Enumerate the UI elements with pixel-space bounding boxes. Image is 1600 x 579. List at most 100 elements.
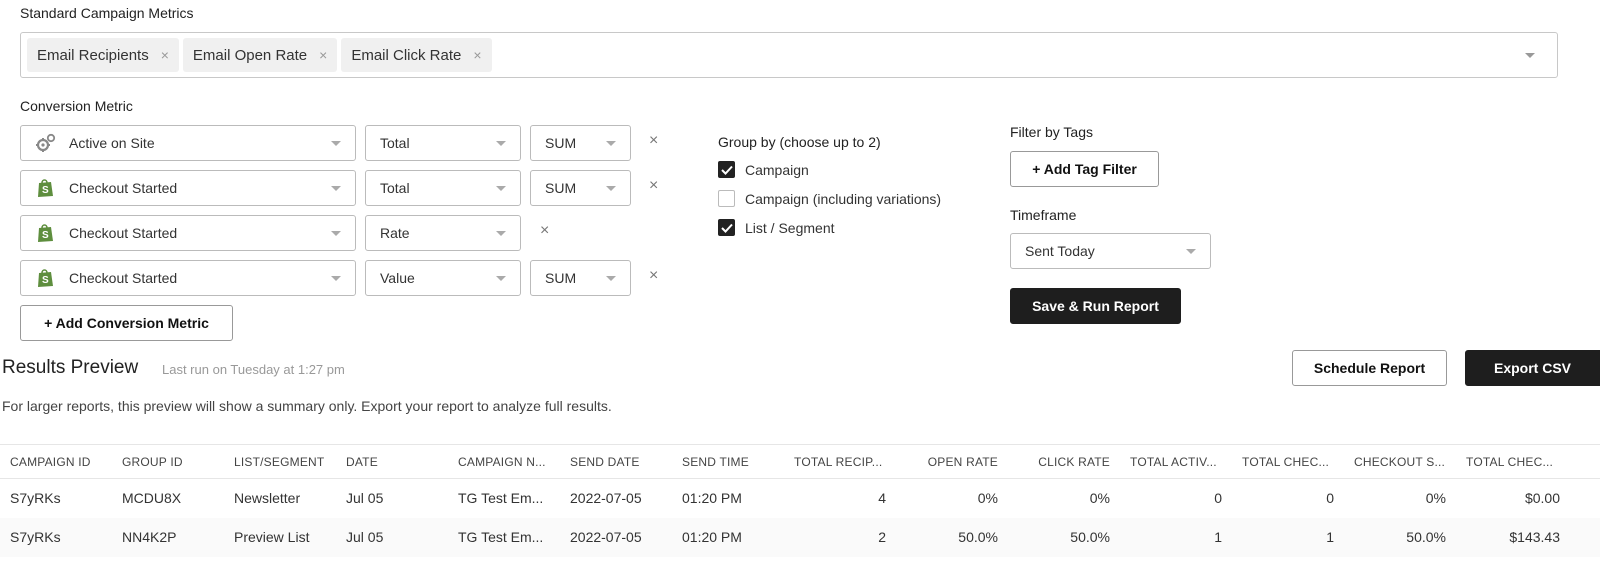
option-label: List / Segment bbox=[745, 219, 835, 236]
add-tag-filter-button[interactable]: + Add Tag Filter bbox=[1010, 151, 1159, 187]
type-value: Rate bbox=[380, 225, 410, 241]
aggregation-type-select[interactable]: Total bbox=[365, 170, 521, 206]
option-label: Campaign (including variations) bbox=[745, 190, 942, 207]
cell: 2022-07-05 bbox=[560, 517, 672, 557]
cell: MCDU8X bbox=[122, 490, 182, 507]
shopify-icon: S bbox=[35, 177, 57, 199]
conversion-metric-label: Conversion Metric bbox=[20, 98, 133, 114]
column-header[interactable]: OPEN RATE bbox=[896, 444, 1008, 479]
metric-name: Checkout Started bbox=[69, 180, 178, 196]
cell: 50.0% bbox=[1344, 517, 1456, 557]
cell: NN4K2P bbox=[112, 517, 224, 557]
cell: 01:20 PM bbox=[672, 517, 784, 557]
column-header[interactable]: CAMPAIGN N... bbox=[448, 444, 560, 479]
column-header[interactable]: TOTAL RECIP... bbox=[784, 444, 896, 479]
type-value: Total bbox=[380, 135, 410, 151]
cell: S7yRKs bbox=[10, 490, 61, 507]
column-header[interactable]: CLICK RATE bbox=[1008, 444, 1120, 479]
column-header[interactable]: TOTAL ACTIV... bbox=[1120, 444, 1232, 479]
group-by-campaign-variations[interactable]: Campaign (including variations) bbox=[718, 190, 941, 207]
timeframe-select[interactable]: Sent Today bbox=[1010, 233, 1211, 269]
aggregation-type-select[interactable]: Rate bbox=[365, 215, 521, 251]
agg-value: SUM bbox=[545, 270, 577, 286]
column-header[interactable]: SEND TIME bbox=[672, 444, 784, 479]
cell: TG Test Em... bbox=[458, 490, 544, 507]
cell: 50.0% bbox=[896, 517, 1008, 557]
timeframe-value: Sent Today bbox=[1025, 243, 1095, 259]
column-header[interactable]: CHECKOUT S... bbox=[1344, 444, 1456, 479]
chip-label: Email Open Rate bbox=[192, 46, 308, 64]
results-preview-title: Results Preview bbox=[2, 357, 139, 378]
cell: Jul 05 bbox=[336, 517, 448, 557]
cell: $143.43 bbox=[1456, 517, 1600, 557]
conversion-metric-select[interactable]: Active on Site bbox=[20, 125, 356, 161]
chevron-down-icon bbox=[496, 231, 506, 236]
column-header[interactable]: TOTAL CHEC... bbox=[1232, 444, 1344, 479]
cell: 0 bbox=[1214, 490, 1222, 507]
group-by-campaign[interactable]: Campaign bbox=[718, 161, 809, 178]
svg-text:S: S bbox=[42, 230, 49, 241]
results-note: For larger reports, this preview will sh… bbox=[2, 398, 612, 414]
type-value: Total bbox=[380, 180, 410, 196]
metric-name: Checkout Started bbox=[69, 270, 178, 286]
group-by-label: Group by (choose up to 2) bbox=[718, 134, 881, 150]
close-icon[interactable]: × bbox=[319, 47, 327, 63]
table-row: S7yRKs MCDU8X Newsletter Jul 05 TG Test … bbox=[0, 479, 1600, 518]
aggregation-function-select[interactable]: SUM bbox=[530, 125, 631, 161]
metric-chip[interactable]: Email Recipients × bbox=[27, 38, 179, 72]
cell: Jul 05 bbox=[346, 490, 384, 507]
checkbox-checked[interactable] bbox=[718, 219, 735, 236]
cell: 0 bbox=[1326, 490, 1334, 507]
remove-metric-icon[interactable]: × bbox=[649, 267, 658, 285]
cell: TG Test Em... bbox=[448, 517, 560, 557]
checkbox-checked[interactable] bbox=[718, 161, 735, 178]
standard-metrics-select[interactable]: Email Recipients × Email Open Rate × Email… bbox=[20, 32, 1558, 78]
cell: 50.0% bbox=[1008, 517, 1120, 557]
checkbox-unchecked[interactable] bbox=[718, 190, 735, 207]
column-header[interactable]: GROUP ID bbox=[112, 444, 224, 479]
last-run-text: Last run on Tuesday at 1:27 pm bbox=[162, 362, 345, 377]
column-header[interactable]: DATE bbox=[336, 444, 448, 479]
metric-chip[interactable]: Email Click Rate × bbox=[341, 38, 492, 72]
cell: $0.00 bbox=[1524, 490, 1560, 507]
remove-metric-icon[interactable]: × bbox=[649, 177, 658, 195]
chevron-down-icon bbox=[331, 186, 341, 191]
conversion-metric-select[interactable]: S Checkout Started bbox=[20, 215, 356, 251]
schedule-report-button[interactable]: Schedule Report bbox=[1292, 350, 1447, 386]
metric-chip[interactable]: Email Open Rate × bbox=[182, 38, 338, 72]
save-run-report-button[interactable]: Save & Run Report bbox=[1010, 288, 1181, 324]
gears-icon bbox=[35, 132, 57, 154]
add-conversion-metric-button[interactable]: + Add Conversion Metric bbox=[20, 305, 233, 341]
chevron-down-icon bbox=[331, 141, 341, 146]
remove-metric-icon[interactable]: × bbox=[649, 132, 658, 150]
cell: 0% bbox=[977, 490, 998, 507]
shopify-icon: S bbox=[35, 267, 57, 289]
column-header[interactable]: CAMPAIGN ID bbox=[0, 444, 112, 479]
svg-text:S: S bbox=[42, 275, 49, 286]
remove-metric-icon[interactable]: × bbox=[540, 222, 549, 240]
table-header-row: CAMPAIGN ID GROUP ID LIST/SEGMENT DATE C… bbox=[0, 444, 1600, 479]
conversion-metric-select[interactable]: S Checkout Started bbox=[20, 170, 356, 206]
chip-label: Email Recipients bbox=[37, 46, 149, 64]
cell: Preview List bbox=[224, 517, 336, 557]
aggregation-type-select[interactable]: Value bbox=[365, 260, 521, 296]
aggregation-function-select[interactable]: SUM bbox=[530, 170, 631, 206]
cell: 0% bbox=[1089, 490, 1110, 507]
close-icon[interactable]: × bbox=[161, 47, 169, 63]
table-row: S7yRKs NN4K2P Preview List Jul 05 TG Tes… bbox=[0, 517, 1600, 557]
column-header[interactable]: TOTAL CHEC... bbox=[1456, 444, 1600, 479]
column-header[interactable]: SEND DATE bbox=[560, 444, 672, 479]
aggregation-type-select[interactable]: Total bbox=[365, 125, 521, 161]
chevron-down-icon bbox=[496, 141, 506, 146]
cell: 01:20 PM bbox=[682, 490, 742, 507]
group-by-list-segment[interactable]: List / Segment bbox=[718, 219, 835, 236]
chevron-down-icon bbox=[331, 231, 341, 236]
chevron-down-icon[interactable] bbox=[1525, 53, 1535, 58]
filter-by-tags-label: Filter by Tags bbox=[1010, 124, 1093, 140]
export-csv-button[interactable]: Export CSV bbox=[1465, 350, 1600, 386]
column-header[interactable]: LIST/SEGMENT bbox=[224, 444, 336, 479]
aggregation-function-select[interactable]: SUM bbox=[530, 260, 631, 296]
close-icon[interactable]: × bbox=[473, 47, 481, 63]
conversion-metric-select[interactable]: S Checkout Started bbox=[20, 260, 356, 296]
shopify-icon: S bbox=[35, 222, 57, 244]
